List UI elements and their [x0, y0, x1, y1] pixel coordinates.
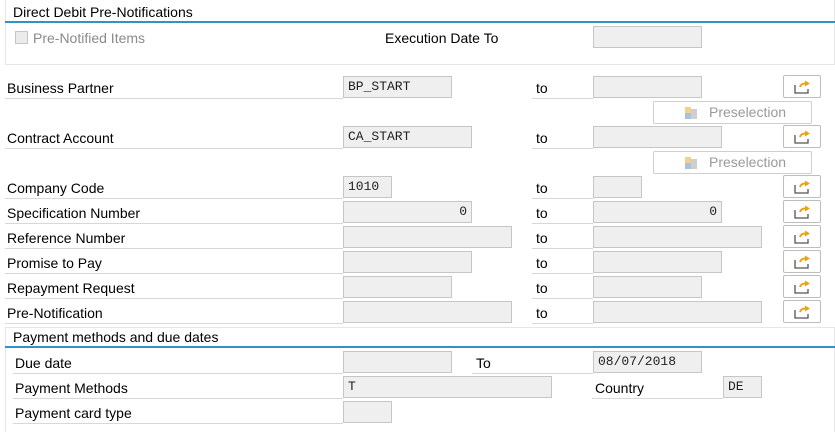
- country-field[interactable]: DE: [723, 376, 762, 398]
- row-underline: [592, 398, 723, 399]
- promise-to-pay-from-field[interactable]: [343, 251, 472, 273]
- row-underline: [532, 148, 593, 149]
- row-underline: [472, 373, 593, 374]
- payment-methods-field[interactable]: T: [343, 376, 552, 398]
- contract-account-to-label: to: [536, 130, 548, 146]
- row-underline: [532, 223, 593, 224]
- row-underline: [5, 298, 343, 299]
- reference-number-from-field[interactable]: [343, 226, 512, 248]
- reference-number-label: Reference Number: [7, 230, 126, 246]
- row-underline: [532, 298, 593, 299]
- group-divider: [5, 346, 835, 348]
- company-code-label: Company Code: [7, 180, 105, 196]
- reference-number-to-field[interactable]: [593, 226, 762, 248]
- execution-date-to-label: Execution Date To: [385, 30, 499, 46]
- reference-number-multiple-selection-button[interactable]: [783, 225, 821, 248]
- arrow-right-box-icon: [794, 180, 810, 194]
- row-underline: [13, 373, 343, 374]
- company-code-from-field[interactable]: 1010: [343, 176, 392, 198]
- row-underline: [13, 398, 343, 399]
- payment-card-type-label: Payment card type: [15, 405, 132, 421]
- contract-account-to-field[interactable]: [593, 126, 722, 148]
- payment-methods-label: Payment Methods: [15, 380, 128, 396]
- row-underline: [5, 248, 343, 249]
- row-underline: [5, 273, 343, 274]
- row-underline: [532, 323, 593, 324]
- company-code-multiple-selection-button[interactable]: [783, 175, 821, 198]
- repayment-request-to-label: to: [536, 280, 548, 296]
- repayment-request-label: Repayment Request: [7, 280, 135, 296]
- company-code-to-field[interactable]: [593, 176, 642, 198]
- preselection-label: Preselection: [709, 104, 787, 120]
- business-partner-to-field[interactable]: [593, 76, 702, 98]
- arrow-right-box-icon: [794, 130, 810, 144]
- due-date-to-label: To: [476, 355, 491, 371]
- row-underline: [532, 248, 593, 249]
- business-partner-to-label: to: [536, 80, 548, 96]
- group-divider: [5, 21, 835, 23]
- specification-number-multiple-selection-button[interactable]: [783, 200, 821, 223]
- arrow-right-box-icon: [794, 280, 810, 294]
- arrow-right-box-icon: [794, 305, 810, 319]
- country-label: Country: [595, 380, 645, 396]
- pre-notification-to-label: to: [536, 305, 548, 321]
- row-underline: [5, 98, 343, 99]
- pre-notification-from-field[interactable]: [343, 301, 512, 323]
- row-underline: [532, 198, 593, 199]
- execution-date-to-field[interactable]: [593, 26, 702, 48]
- repayment-request-multiple-selection-button[interactable]: [783, 275, 821, 298]
- pre-notification-label: Pre-Notification: [7, 305, 103, 321]
- row-underline: [5, 148, 343, 149]
- row-underline: [5, 198, 343, 199]
- arrow-right-box-icon: [794, 230, 810, 244]
- specification-number-to-label: to: [536, 205, 548, 221]
- pre-notified-items-checkbox[interactable]: [15, 31, 28, 44]
- payment-card-type-field[interactable]: [343, 401, 392, 423]
- promise-to-pay-to-label: to: [536, 255, 548, 271]
- arrow-right-box-icon: [794, 255, 810, 269]
- due-date-label: Due date: [15, 355, 72, 371]
- due-date-field[interactable]: [343, 351, 452, 373]
- pre-notified-items-label: Pre-Notified Items: [33, 30, 146, 46]
- specification-number-label: Specification Number: [7, 205, 141, 221]
- contract-account-from-field[interactable]: CA_START: [343, 126, 472, 148]
- pre-notification-multiple-selection-button[interactable]: [783, 300, 821, 323]
- row-underline: [13, 423, 343, 424]
- promise-to-pay-label: Promise to Pay: [7, 255, 102, 271]
- row-underline: [5, 323, 343, 324]
- payment-methods-group-title: Payment methods and due dates: [13, 329, 219, 345]
- row-underline: [532, 98, 593, 99]
- arrow-right-box-icon: [794, 205, 810, 219]
- prenotification-group-title: Direct Debit Pre-Notifications: [13, 4, 193, 20]
- specification-number-from-field[interactable]: 0: [343, 201, 472, 223]
- row-underline: [532, 273, 593, 274]
- repayment-request-from-field[interactable]: [343, 276, 452, 298]
- repayment-request-to-field[interactable]: [593, 276, 702, 298]
- preselection-label: Preselection: [709, 154, 787, 170]
- specification-number-to-field[interactable]: 0: [593, 201, 722, 223]
- contract-account-multiple-selection-button[interactable]: [783, 125, 821, 148]
- promise-to-pay-to-field[interactable]: [593, 251, 722, 273]
- business-partner-preselection-button[interactable]: Preselection: [653, 101, 812, 124]
- business-partner-label: Business Partner: [7, 80, 114, 96]
- arrow-right-box-icon: [794, 80, 810, 94]
- due-date-to-field[interactable]: 08/07/2018: [593, 351, 702, 373]
- reference-number-to-label: to: [536, 230, 548, 246]
- puzzle-pieces-icon: [685, 107, 697, 119]
- contract-account-label: Contract Account: [7, 130, 114, 146]
- row-underline: [5, 223, 343, 224]
- company-code-to-label: to: [536, 180, 548, 196]
- contract-account-preselection-button[interactable]: Preselection: [653, 151, 812, 174]
- puzzle-pieces-icon: [685, 157, 697, 169]
- promise-to-pay-multiple-selection-button[interactable]: [783, 250, 821, 273]
- pre-notification-to-field[interactable]: [593, 301, 762, 323]
- business-partner-multiple-selection-button[interactable]: [783, 75, 821, 98]
- business-partner-from-field[interactable]: BP_START: [343, 76, 452, 98]
